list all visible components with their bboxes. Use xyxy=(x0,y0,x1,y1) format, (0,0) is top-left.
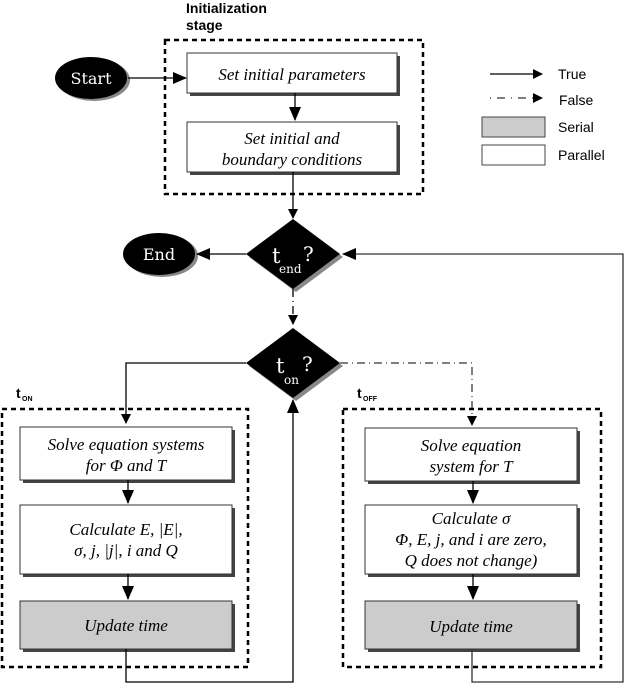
off-calc-line1: Calculate σ xyxy=(432,509,511,528)
legend-parallel-swatch xyxy=(481,144,546,166)
off-solve-line2: system for T xyxy=(429,457,514,476)
stage-label-line1: Initialization xyxy=(186,0,267,16)
legend-true-label: True xyxy=(558,66,586,82)
legend-false-label: False xyxy=(559,92,593,108)
on-calc-line1: Calculate E, |E|, xyxy=(69,520,182,539)
t-end-decision[interactable] xyxy=(246,219,340,289)
on-calc-line2: σ, j, |j|, i and Q xyxy=(74,541,178,560)
legend: True False Serial Parallel xyxy=(481,66,605,166)
t-on-q: ? xyxy=(302,352,313,376)
set-conditions-line2: boundary conditions xyxy=(222,150,363,169)
on-update-label: Update time xyxy=(84,616,168,635)
t-end-sub: end xyxy=(279,262,302,276)
legend-serial-swatch xyxy=(481,116,546,138)
group-off-sub: OFF xyxy=(363,396,378,403)
flowchart: Initialization stage Start Set initial p… xyxy=(0,0,624,683)
start-label: Start xyxy=(70,69,112,88)
t-on-decision[interactable] xyxy=(246,328,340,398)
t-on-sub: on xyxy=(284,373,299,387)
stage-label-line2: stage xyxy=(186,17,223,33)
off-update-label: Update time xyxy=(429,617,513,636)
arrow-ton-true xyxy=(121,362,246,424)
legend-parallel-label: Parallel xyxy=(558,147,605,163)
on-calc-box[interactable] xyxy=(19,504,233,575)
group-on-main: t xyxy=(16,385,21,401)
off-solve-line1: Solve equation xyxy=(421,436,522,455)
legend-serial-label: Serial xyxy=(558,119,594,135)
group-on-sub: ON xyxy=(22,396,33,403)
off-calc-line2: Φ, E, j, and i are zero, xyxy=(395,530,546,549)
group-off-main: t xyxy=(357,385,362,401)
t-end-q: ? xyxy=(303,242,314,266)
set-conditions-line1: Set initial and xyxy=(244,129,340,148)
on-solve-line1: Solve equation systems xyxy=(48,435,205,454)
on-solve-line2: for Φ and T xyxy=(86,456,168,475)
end-label: End xyxy=(143,245,175,264)
off-calc-line3: Q does not change) xyxy=(405,551,538,570)
set-params-label: Set initial parameters xyxy=(218,65,366,84)
